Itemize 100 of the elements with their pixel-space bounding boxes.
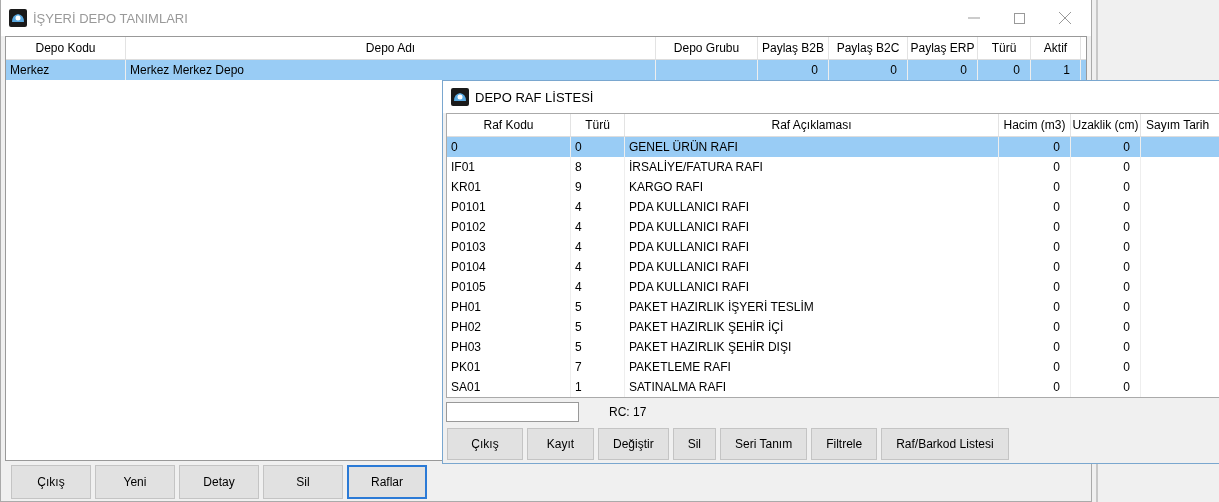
table-cell: 0 [960, 63, 967, 77]
table-cell: IF01 [451, 160, 475, 174]
table-cell: 0 [1123, 340, 1130, 354]
action-button[interactable]: Değiştir [598, 428, 669, 460]
table-cell: 5 [575, 320, 582, 334]
table-cell: 0 [1123, 380, 1130, 394]
column-header[interactable]: Aktif [1031, 37, 1081, 59]
table-cell: 4 [575, 280, 582, 294]
table-cell: PK01 [451, 360, 481, 374]
table-cell: SATINALMA RAFI [629, 380, 727, 394]
table-row[interactable]: P0101 4 PDA KULLANICI RAFI 0 0 [447, 197, 1219, 217]
column-header[interactable]: Paylaş B2B [758, 37, 829, 59]
table-row[interactable]: SA01 1 SATINALMA RAFI 0 0 [447, 377, 1219, 397]
app-icon [9, 9, 27, 27]
close-icon[interactable] [1059, 12, 1071, 24]
action-button[interactable]: Sil [672, 428, 717, 460]
table-row[interactable]: IF01 8 İRSALİYE/FATURA RAFI 0 0 [447, 157, 1219, 177]
action-button[interactable]: Seri Tanım [720, 428, 808, 460]
table-row[interactable]: PH01 5 PAKET HAZIRLIK İŞYERİ TESLİM 0 0 [447, 297, 1219, 317]
action-button[interactable]: Sil [263, 465, 343, 499]
table-cell: P0103 [451, 240, 486, 254]
table-row[interactable]: KR01 9 KARGO RAFI 0 0 [447, 177, 1219, 197]
input-field[interactable] [446, 402, 579, 422]
table-cell: 0 [1053, 280, 1060, 294]
column-header[interactable]: Paylaş B2C [829, 37, 908, 59]
table-cell: 4 [575, 220, 582, 234]
table-row[interactable]: P0102 4 PDA KULLANICI RAFI 0 0 [447, 217, 1219, 237]
table-cell: PAKET HAZIRLIK İŞYERİ TESLİM [629, 300, 814, 314]
column-header[interactable]: Depo Grubu [656, 37, 758, 59]
table-cell: İRSALİYE/FATURA RAFI [629, 160, 763, 174]
table-cell: 0 [1053, 180, 1060, 194]
table-row[interactable]: PK01 7 PAKETLEME RAFI 0 0 [447, 357, 1219, 377]
table-cell: 0 [1053, 360, 1060, 374]
table-cell: 0 [1123, 220, 1130, 234]
table-cell: 0 [1053, 320, 1060, 334]
column-header[interactable]: Raf Kodu [447, 114, 571, 136]
table-cell: 0 [1123, 280, 1130, 294]
table-cell: 7 [575, 360, 582, 374]
table-cell: 4 [575, 240, 582, 254]
table-cell: 0 [1053, 240, 1060, 254]
table-cell: 8 [575, 160, 582, 174]
table-cell: 0 [1013, 63, 1020, 77]
table-cell: 0 [1053, 300, 1060, 314]
table-row[interactable]: PH03 5 PAKET HAZIRLIK ŞEHİR DIŞI 0 0 [447, 337, 1219, 357]
table-cell: 0 [1123, 140, 1130, 154]
action-button[interactable]: Raf/Barkod Listesi [881, 428, 1009, 460]
action-button[interactable]: Raflar [347, 465, 427, 499]
column-header[interactable]: Depo Kodu [6, 37, 126, 59]
table-cell: 0 [1123, 320, 1130, 334]
column-header[interactable]: Uzaklik (cm) [1071, 114, 1141, 136]
table-cell: 0 [1053, 220, 1060, 234]
column-header[interactable]: Türü [978, 37, 1031, 59]
table-cell: Merkez Merkez Depo [130, 63, 245, 77]
table-cell: 0 [1053, 260, 1060, 274]
action-button[interactable]: Kayıt [527, 428, 594, 460]
column-header[interactable]: Türü [571, 114, 625, 136]
table-cell: 0 [1053, 160, 1060, 174]
table-cell: 0 [811, 63, 818, 77]
table-row[interactable]: P0104 4 PDA KULLANICI RAFI 0 0 [447, 257, 1219, 277]
table-cell: 0 [1123, 360, 1130, 374]
record-count: RC: 17 [609, 405, 647, 419]
table-cell: PAKET HAZIRLIK ŞEHİR DIŞI [629, 340, 792, 354]
table-cell: 4 [575, 260, 582, 274]
table-cell: P0102 [451, 220, 486, 234]
table-cell: 0 [1053, 340, 1060, 354]
table-row[interactable]: 0 0 GENEL ÜRÜN RAFI 0 0 [447, 137, 1219, 157]
table-cell: 0 [1123, 160, 1130, 174]
table-cell: 0 [1053, 380, 1060, 394]
table-row[interactable]: P0105 4 PDA KULLANICI RAFI 0 0 [447, 277, 1219, 297]
column-header[interactable]: Paylaş ERP [908, 37, 978, 59]
table-cell: 0 [451, 140, 458, 154]
table-cell: P0101 [451, 200, 486, 214]
table-row[interactable]: P0103 4 PDA KULLANICI RAFI 0 0 [447, 237, 1219, 257]
table-cell: 5 [575, 340, 582, 354]
action-button[interactable]: Çıkış [11, 465, 91, 499]
table-cell: PAKETLEME RAFI [629, 360, 731, 374]
table-row[interactable]: PH02 5 PAKET HAZIRLIK ŞEHİR İÇİ 0 0 [447, 317, 1219, 337]
table-cell: GENEL ÜRÜN RAFI [629, 140, 738, 154]
table-cell: PDA KULLANICI RAFI [629, 200, 750, 214]
table-cell: PDA KULLANICI RAFI [629, 280, 750, 294]
table-cell: 0 [1123, 260, 1130, 274]
table-cell: 0 [1053, 200, 1060, 214]
table-cell: 4 [575, 200, 582, 214]
action-button[interactable]: Yeni [95, 465, 175, 499]
action-button[interactable]: Çıkış [447, 428, 523, 460]
table-cell: 1 [1063, 63, 1070, 77]
table-cell: 0 [575, 140, 582, 154]
action-button[interactable]: Detay [179, 465, 259, 499]
action-button[interactable]: Filtrele [811, 428, 878, 460]
table-cell: PH02 [451, 320, 482, 334]
column-header[interactable]: Hacim (m3) [999, 114, 1071, 136]
window-title: İŞYERİ DEPO TANIMLARI [33, 10, 188, 26]
table-row[interactable]: Merkez Merkez Merkez Depo 0 0 0 0 1 [6, 60, 1086, 80]
column-header[interactable]: Depo Adı [126, 37, 656, 59]
column-header[interactable]: Raf Açıklaması [625, 114, 999, 136]
table-cell: 1 [575, 380, 582, 394]
table-cell: Merkez [10, 63, 50, 77]
table-cell: 0 [1123, 300, 1130, 314]
column-header[interactable]: Sayım Tarih [1141, 114, 1219, 136]
maximize-icon[interactable] [1014, 12, 1025, 24]
